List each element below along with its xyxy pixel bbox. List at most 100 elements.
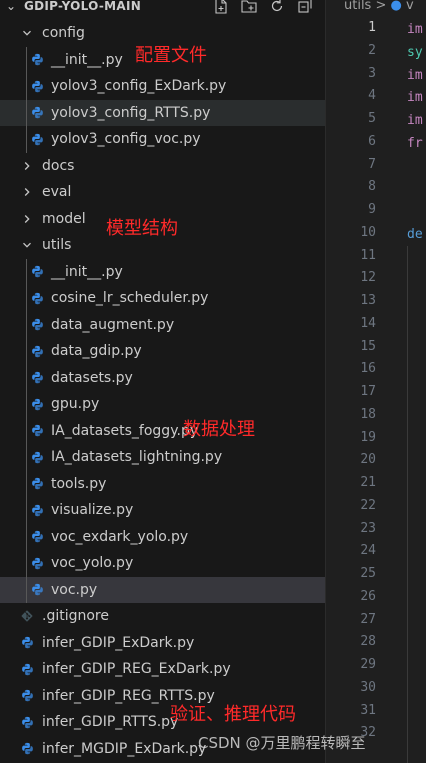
python-file-icon xyxy=(30,126,44,152)
file-item-datasets-py[interactable]: datasets.py xyxy=(0,365,326,391)
python-file-icon xyxy=(30,444,44,470)
line-number: 15 xyxy=(360,338,376,354)
tree-item-label: voc_exdark_yolo.py xyxy=(51,528,189,545)
code-line[interactable]: im xyxy=(407,19,423,41)
file-item-visualize-py[interactable]: visualize.py xyxy=(0,497,326,523)
breadcrumb: utils > ● v xyxy=(344,0,414,13)
code-line[interactable]: im xyxy=(407,110,423,132)
python-file-icon xyxy=(30,312,44,338)
line-number: 30 xyxy=(360,679,376,695)
file-item-tools-py[interactable]: tools.py xyxy=(0,471,326,497)
file-item-ia-datasets-lightning-py[interactable]: IA_datasets_lightning.py xyxy=(0,444,326,470)
tree-item-label: voc_yolo.py xyxy=(51,555,134,571)
line-number: 17 xyxy=(360,384,376,399)
tree-item-label: yolov3_config_ExDark.py xyxy=(51,78,227,94)
python-file-icon xyxy=(30,365,44,391)
line-number: 9 xyxy=(368,202,376,217)
tree-item-label: yolov3_config_voc.py xyxy=(51,131,201,147)
folder-item-eval[interactable]: eval xyxy=(0,179,326,205)
line-number: 13 xyxy=(360,293,376,308)
folder-item-docs[interactable]: docs xyxy=(0,153,326,179)
line-number: 6 xyxy=(368,133,376,149)
tree-item-label: infer_GDIP_RTTS.py xyxy=(42,714,179,730)
line-number: 18 xyxy=(360,406,376,422)
breadcrumb-separator: > xyxy=(375,0,387,13)
file-item-data-augment-py[interactable]: data_augment.py xyxy=(0,312,326,338)
explorer-title: GDIP-YOLO-MAIN xyxy=(24,0,142,13)
file-item-voc-exdark-yolo-py[interactable]: voc_exdark_yolo.py xyxy=(0,524,326,550)
python-file-icon xyxy=(30,497,44,523)
python-file-icon xyxy=(30,577,44,603)
breadcrumb-folder[interactable]: utils xyxy=(344,0,371,13)
chevron-down-icon[interactable] xyxy=(20,20,34,46)
tree-indent-guide xyxy=(26,258,27,603)
tree-item-label: __init__.py xyxy=(51,51,123,68)
code-line[interactable]: im xyxy=(407,65,423,87)
line-number: 11 xyxy=(360,247,376,263)
line-number: 31 xyxy=(360,702,376,718)
file-item-cosine-lr-scheduler-py[interactable]: cosine_lr_scheduler.py xyxy=(0,285,326,311)
tree-item-label: data_gdip.py xyxy=(51,343,142,359)
file-item-gitignore[interactable]: .gitignore xyxy=(0,603,326,629)
file-item-voc-yolo-py[interactable]: voc_yolo.py xyxy=(0,550,326,576)
python-file-icon xyxy=(30,524,44,550)
chevron-down-icon[interactable] xyxy=(20,232,34,258)
tree-item-label: IA_datasets_foggy.py xyxy=(51,422,199,439)
watermark: CSDN @万里鹏程转瞬至 xyxy=(198,734,366,752)
file-item-ia-datasets-foggy-py[interactable]: IA_datasets_foggy.py xyxy=(0,418,326,444)
chevron-right-icon[interactable] xyxy=(20,206,34,232)
tree-item-label: gpu.py xyxy=(51,396,100,412)
annotation-text: 配置文件 xyxy=(135,45,207,66)
line-number: 22 xyxy=(360,497,376,513)
line-number: 8 xyxy=(368,179,376,195)
tree-item-label: utils xyxy=(42,237,72,253)
file-item-init-py[interactable]: __init__.py xyxy=(0,259,326,285)
explorer-header[interactable]: ⌄ GDIP-YOLO-MAIN xyxy=(0,0,326,16)
line-number: 29 xyxy=(360,657,376,672)
line-number: 23 xyxy=(360,520,376,536)
chevron-right-icon[interactable] xyxy=(20,179,34,205)
tree-item-label: datasets.py xyxy=(51,369,133,386)
code-line[interactable]: sy xyxy=(407,42,423,64)
code-line[interactable]: de xyxy=(407,224,423,246)
file-item-data-gdip-py[interactable]: data_gdip.py xyxy=(0,338,326,364)
file-item-yolov3-config-voc-py[interactable]: yolov3_config_voc.py xyxy=(0,126,326,152)
file-item-yolov3-config-rtts-py[interactable]: yolov3_config_RTTS.py xyxy=(0,99,326,126)
file-item-infer-gdip-reg-exdark-py[interactable]: infer_GDIP_REG_ExDark.py xyxy=(0,656,326,682)
explorer-panel: ⌄ GDIP-YOLO-MAIN config __init__.py yolov3… xyxy=(0,0,326,763)
new-folder-icon[interactable] xyxy=(240,0,258,15)
python-file-icon xyxy=(30,338,44,364)
chevron-right-icon[interactable] xyxy=(20,153,34,179)
tree-item-label: model xyxy=(42,210,86,227)
refresh-icon[interactable] xyxy=(268,0,286,15)
line-number: 20 xyxy=(360,452,376,468)
file-item-yolov3-config-exdark-py[interactable]: yolov3_config_ExDark.py xyxy=(0,73,326,99)
file-item-infer-gdip-exdark-py[interactable]: infer_GDIP_ExDark.py xyxy=(0,630,326,656)
python-file-icon xyxy=(30,418,44,444)
python-file-icon xyxy=(20,656,34,682)
annotation-text: 数据处理 xyxy=(183,419,255,440)
line-number: 7 xyxy=(368,156,376,172)
python-file-icon xyxy=(30,259,44,285)
python-file-icon xyxy=(30,285,44,311)
file-item-gpu-py[interactable]: gpu.py xyxy=(0,391,326,417)
tree-item-label: cosine_lr_scheduler.py xyxy=(51,290,209,306)
tree-item-label: visualize.py xyxy=(51,502,134,518)
python-file-icon xyxy=(30,73,44,99)
code-line[interactable]: im xyxy=(407,87,423,109)
tree-item-label: IA_datasets_lightning.py xyxy=(51,449,223,465)
python-file-icon xyxy=(20,683,34,709)
line-number: 16 xyxy=(360,361,376,377)
code-line[interactable]: fr xyxy=(407,133,423,155)
line-number: 10 xyxy=(360,224,376,240)
tree-item-label: yolov3_config_RTTS.py xyxy=(51,104,211,121)
collapse-all-icon[interactable] xyxy=(296,0,314,15)
chevron-down-icon[interactable]: ⌄ xyxy=(6,0,16,13)
indent-guide xyxy=(407,246,408,763)
line-number: 27 xyxy=(360,611,376,627)
breadcrumb-file[interactable]: v xyxy=(406,0,414,13)
tree-item-label: __init__.py xyxy=(51,263,123,280)
file-item-voc-py[interactable]: voc.py xyxy=(0,576,326,603)
new-file-icon[interactable] xyxy=(212,0,230,15)
python-file-icon xyxy=(30,550,44,576)
